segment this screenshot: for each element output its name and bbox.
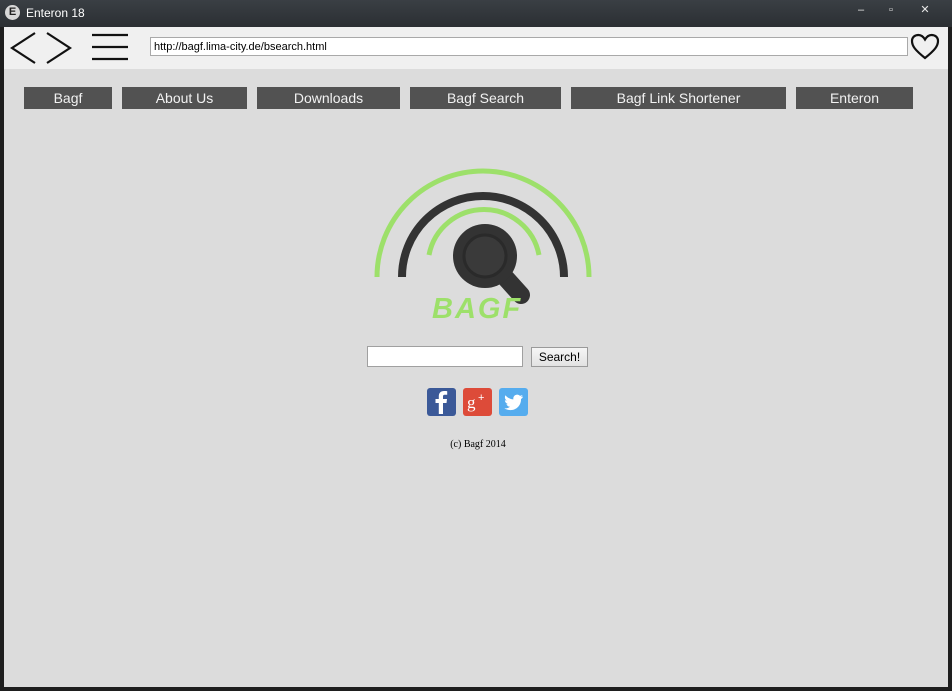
logo-text: BAGF bbox=[432, 293, 523, 325]
search-button[interactable]: Search! bbox=[531, 347, 588, 367]
window-title: Enteron 18 bbox=[26, 6, 85, 20]
maximize-button[interactable]: ▫ bbox=[878, 3, 904, 19]
svg-text:+: + bbox=[478, 392, 484, 404]
nav-downloads[interactable]: Downloads bbox=[257, 87, 400, 109]
app-icon: E bbox=[5, 5, 20, 20]
forward-icon[interactable] bbox=[44, 31, 74, 65]
nav-enteron[interactable]: Enteron bbox=[796, 87, 913, 109]
facebook-icon[interactable] bbox=[427, 388, 456, 416]
nav-bagf-search[interactable]: Bagf Search bbox=[410, 87, 561, 109]
search-input[interactable] bbox=[367, 346, 523, 367]
svg-text:g: g bbox=[467, 393, 476, 412]
close-button[interactable]: ✕ bbox=[912, 3, 938, 19]
back-icon[interactable] bbox=[8, 31, 38, 65]
browser-toolbar bbox=[4, 27, 948, 69]
bagf-logo bbox=[374, 168, 592, 304]
nav-bagf-link-shortener[interactable]: Bagf Link Shortener bbox=[571, 87, 786, 109]
window-title-bar: E Enteron 18 – ▫ ✕ bbox=[0, 0, 952, 27]
google-plus-icon[interactable]: g + bbox=[463, 388, 492, 416]
twitter-icon[interactable] bbox=[499, 388, 528, 416]
favorite-heart-icon[interactable] bbox=[910, 33, 940, 60]
minimize-button[interactable]: – bbox=[848, 3, 874, 19]
menu-icon[interactable] bbox=[90, 31, 130, 65]
nav-bagf[interactable]: Bagf bbox=[24, 87, 112, 109]
nav-about-us[interactable]: About Us bbox=[122, 87, 247, 109]
address-bar[interactable] bbox=[150, 37, 908, 56]
browser-window: Bagf About Us Downloads Bagf Search Bagf… bbox=[4, 27, 948, 687]
copyright-text: (c) Bagf 2014 bbox=[450, 439, 506, 450]
